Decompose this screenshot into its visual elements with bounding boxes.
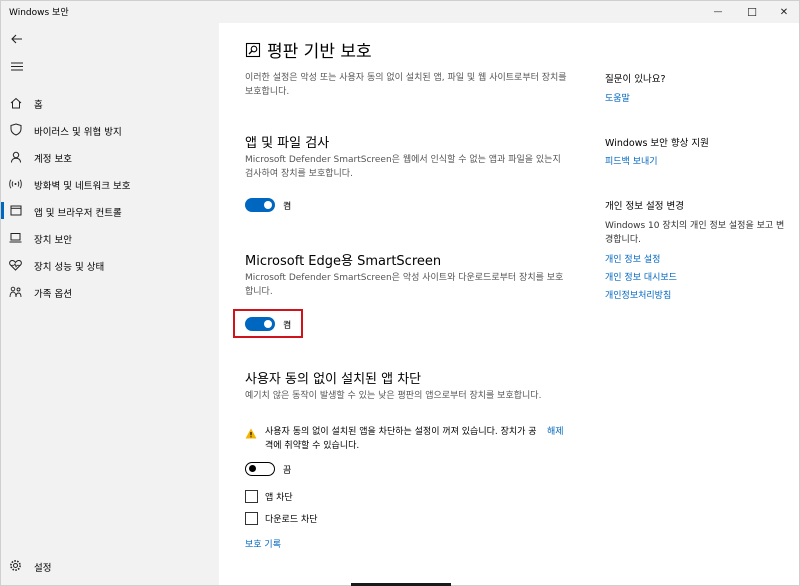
privacy-description: Windows 10 장치의 개인 정보 설정을 보고 변경합니다. bbox=[605, 221, 785, 245]
hamburger-icon bbox=[11, 62, 23, 70]
back-button[interactable] bbox=[7, 29, 27, 49]
page-title: 평판 기반 보호 bbox=[245, 37, 372, 62]
sidebar-item-label: 홈 bbox=[34, 100, 43, 111]
warning-dismiss-link[interactable]: 해제 bbox=[547, 425, 564, 439]
edge-smartscreen-toggle[interactable] bbox=[245, 317, 275, 331]
person-icon bbox=[9, 150, 22, 163]
checkbox-row-block-downloads: 다운로드 차단 bbox=[245, 511, 318, 525]
sidebar-item-label: 앱 및 브라우저 컨트롤 bbox=[34, 208, 122, 219]
gear-icon bbox=[9, 559, 22, 572]
checkbox-label: 앱 차단 bbox=[265, 492, 293, 503]
sidebar-item-label: 장치 성능 및 상태 bbox=[34, 262, 105, 273]
section-title-pua-block: 사용자 동의 없이 설치된 앱 차단 bbox=[245, 372, 422, 387]
app-file-check-toggle[interactable] bbox=[245, 198, 275, 212]
maximize-button[interactable]: ☐ bbox=[735, 1, 769, 23]
improve-heading: Windows 보안 향상 지원 bbox=[605, 138, 709, 149]
section-title-edge-smartscreen: Microsoft Edge용 SmartScreen bbox=[245, 254, 442, 269]
toggle-row-edge-smartscreen: 켬 bbox=[245, 316, 291, 332]
minimize-button[interactable]: — bbox=[701, 1, 735, 23]
main-content: 평판 기반 보호 이러한 설정은 악성 또는 사용자 동의 없이 설치된 앱, … bbox=[219, 23, 579, 585]
app-window-icon bbox=[9, 204, 22, 217]
toggle-row-pua-block: 끔 bbox=[245, 461, 291, 477]
privacy-settings-link[interactable]: 개인 정보 설정 bbox=[605, 252, 660, 265]
checkbox-label: 다운로드 차단 bbox=[265, 514, 318, 525]
sidebar-item-account-protection[interactable]: 계정 보호 bbox=[1, 143, 219, 170]
question-heading: 질문이 있나요? bbox=[605, 74, 666, 85]
minimize-icon: — bbox=[713, 7, 723, 17]
toggle-knob bbox=[264, 320, 272, 328]
sidebar-item-family-options[interactable]: 가족 옵션 bbox=[1, 278, 219, 305]
maximize-icon: ☐ bbox=[747, 5, 757, 19]
family-icon bbox=[9, 285, 22, 298]
sidebar-item-label: 가족 옵션 bbox=[34, 289, 72, 300]
section-desc-edge-smartscreen: Microsoft Defender SmartScreen은 악성 사이트와 … bbox=[245, 273, 564, 297]
sidebar-item-label: 계정 보호 bbox=[34, 154, 72, 165]
pua-block-toggle[interactable] bbox=[245, 462, 275, 476]
home-icon bbox=[9, 96, 22, 109]
block-downloads-checkbox[interactable] bbox=[245, 511, 258, 525]
title-bar: Windows 보안 — ☐ ✕ bbox=[1, 1, 799, 23]
sidebar-nav: 홈 바이러스 및 위협 방지 계정 보호 방화벽 및 네트워크 보호 앱 및 브… bbox=[1, 89, 219, 305]
toggle-state-label: 켬 bbox=[283, 320, 292, 331]
section-title-app-file-check: 앱 및 파일 검사 bbox=[245, 136, 330, 151]
sidebar-item-firewall[interactable]: 방화벽 및 네트워크 보호 bbox=[1, 170, 219, 197]
protection-history-link[interactable]: 보호 기록 bbox=[245, 537, 281, 550]
toggle-knob bbox=[264, 201, 272, 209]
page-title-text: 평판 기반 보호 bbox=[267, 42, 372, 62]
privacy-heading: 개인 정보 설정 변경 bbox=[605, 201, 684, 212]
toggle-knob bbox=[249, 465, 256, 472]
feedback-link[interactable]: 피드백 보내기 bbox=[605, 154, 658, 167]
sidebar-item-label: 설정 bbox=[34, 563, 52, 574]
warning-text: 사용자 동의 없이 설치된 앱을 차단하는 설정이 꺼져 있습니다. 장치가 공… bbox=[265, 427, 537, 451]
window-title: Windows 보안 bbox=[9, 8, 69, 18]
heart-icon bbox=[9, 258, 22, 271]
page-intro: 이러한 설정은 악성 또는 사용자 동의 없이 설치된 앱, 파일 및 웹 사이… bbox=[245, 73, 567, 97]
section-desc-app-file-check: Microsoft Defender SmartScreen은 웹에서 인식할 … bbox=[245, 155, 561, 179]
antenna-icon bbox=[9, 177, 22, 190]
close-icon: ✕ bbox=[779, 6, 789, 18]
section-desc-pua-block: 예기치 않은 동작이 발생할 수 있는 낮은 평판의 앱으로부터 장치를 보호합… bbox=[245, 391, 542, 401]
privacy-statement-link[interactable]: 개인정보처리방침 bbox=[605, 288, 671, 301]
sidebar-item-device-security[interactable]: 장치 보안 bbox=[1, 224, 219, 251]
laptop-icon bbox=[9, 231, 22, 244]
back-arrow-icon bbox=[11, 34, 22, 44]
help-link[interactable]: 도움말 bbox=[605, 91, 630, 104]
windows-security-window: Windows 보안 — ☐ ✕ 홈 바이러스 및 위협 방지 계정 보호 방화… bbox=[0, 0, 800, 586]
close-button[interactable]: ✕ bbox=[767, 1, 800, 23]
toggle-state-label: 켬 bbox=[283, 201, 292, 212]
toggle-row-app-file-check: 켬 bbox=[245, 197, 291, 213]
right-pane: 질문이 있나요? 도움말 Windows 보안 향상 지원 피드백 보내기 개인… bbox=[605, 23, 795, 583]
menu-button[interactable] bbox=[7, 56, 27, 76]
privacy-dashboard-link[interactable]: 개인 정보 대시보드 bbox=[605, 270, 677, 283]
checkbox-row-block-apps: 앱 차단 bbox=[245, 489, 293, 503]
sidebar-item-home[interactable]: 홈 bbox=[1, 89, 219, 116]
sidebar-item-label: 바이러스 및 위협 방지 bbox=[34, 127, 122, 138]
sidebar-item-label: 방화벽 및 네트워크 보호 bbox=[34, 181, 131, 192]
sidebar: 홈 바이러스 및 위협 방지 계정 보호 방화벽 및 네트워크 보호 앱 및 브… bbox=[1, 23, 219, 585]
sidebar-item-virus-protection[interactable]: 바이러스 및 위협 방지 bbox=[1, 116, 219, 143]
sidebar-item-label: 장치 보안 bbox=[34, 235, 72, 246]
sidebar-item-device-health[interactable]: 장치 성능 및 상태 bbox=[1, 251, 219, 278]
sidebar-item-settings[interactable]: 설정 bbox=[1, 553, 219, 577]
reputation-search-icon bbox=[245, 42, 261, 57]
sidebar-item-app-browser-control[interactable]: 앱 및 브라우저 컨트롤 bbox=[1, 197, 219, 224]
shield-icon bbox=[9, 123, 22, 136]
toggle-state-label: 끔 bbox=[283, 465, 292, 476]
warning-icon bbox=[245, 428, 257, 439]
block-apps-checkbox[interactable] bbox=[245, 489, 258, 503]
